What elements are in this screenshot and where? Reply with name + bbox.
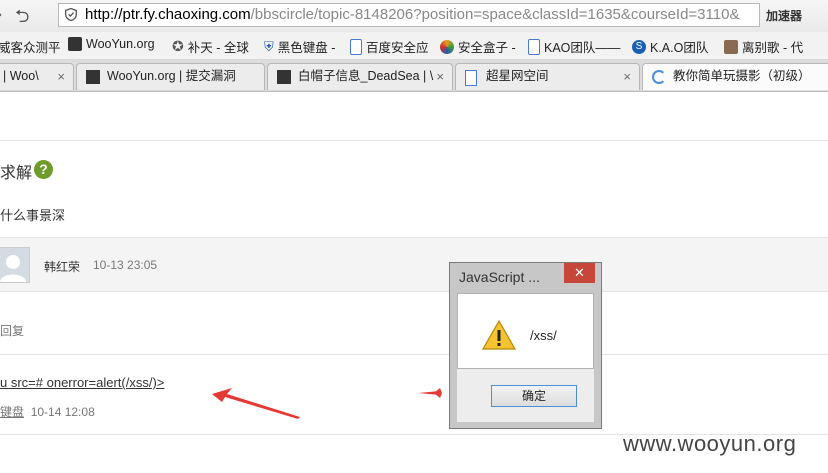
bookmark-label: 威客众测平	[0, 41, 61, 55]
bookmark-item[interactable]: S K.A.O团队	[632, 37, 708, 56]
bookmark-item[interactable]: ⛨ 黑色键盘 -	[264, 37, 335, 56]
topic-title: 求解	[0, 165, 33, 182]
wooyun-icon	[86, 70, 100, 84]
divider	[0, 140, 828, 141]
tab[interactable]: 白帽子信息_DeadSea | \ ×	[267, 63, 453, 90]
close-tab-icon[interactable]: ×	[57, 64, 65, 89]
divider	[0, 354, 828, 355]
bookmark-label: K.A.O团队	[650, 41, 709, 55]
shield-icon	[65, 8, 77, 21]
page-icon	[528, 38, 540, 55]
back-icon[interactable]: ⮌	[15, 4, 29, 34]
bookmark-label: 黑色键盘 -	[277, 41, 336, 55]
tab-active[interactable]: 教你简单玩摄影（初级）	[642, 63, 828, 90]
tab[interactable]: 超星网空间 ×	[455, 63, 640, 90]
tab-label: 超星网空间	[486, 69, 549, 83]
browser-toolbar: › ⮌ http://ptr.fy.chaoxing.com/bbscircle…	[0, 0, 828, 32]
reply-link[interactable]: 回复	[0, 322, 24, 339]
comment-meta: 键盘 10-14 12:08	[0, 403, 95, 420]
dialog-body: /xss/	[457, 293, 594, 369]
close-tab-icon[interactable]: ×	[623, 64, 631, 89]
bookmark-label: 补天 - 全球	[187, 41, 249, 55]
comment-username[interactable]: 键盘	[0, 405, 24, 419]
warning-icon	[482, 320, 516, 350]
wooyun-icon	[68, 37, 82, 51]
bookmark-item[interactable]: 百度安全应	[350, 37, 429, 56]
loading-icon	[652, 70, 666, 84]
tab[interactable]: WooYun.org | 提交漏洞	[76, 63, 265, 90]
user-silhouette-icon	[0, 255, 26, 282]
tab-label: | Woo\	[3, 69, 39, 83]
star-icon: ✪	[172, 38, 184, 54]
watermark: www.wooyun.org	[623, 431, 797, 456]
bookmark-label: 离别歌 - 代	[742, 41, 804, 55]
bookmark-item[interactable]: ✪ 补天 - 全球	[172, 37, 249, 56]
dialog-message: /xss/	[530, 328, 557, 343]
red-arrow-annotation	[418, 388, 442, 398]
bookmark-item[interactable]: 离别歌 - 代	[724, 37, 803, 56]
reply-username[interactable]: 韩红荣	[44, 258, 80, 275]
url-host: http://ptr.fy.chaoxing.com	[85, 6, 251, 23]
bookmark-label: KAO团队——	[544, 41, 621, 55]
colorful-icon	[440, 39, 454, 54]
comment-timestamp: 10-14 12:08	[30, 405, 95, 419]
topic-body: 什么事景深	[0, 208, 66, 223]
address-bar[interactable]: http://ptr.fy.chaoxing.com/bbscircle/top…	[58, 3, 760, 27]
page-content: 求解 ? 什么事景深 韩红荣 10-13 23:05 回复 u src=# on…	[0, 92, 828, 473]
tab-label: WooYun.org | 提交漏洞	[107, 69, 236, 83]
red-arrow-annotation	[212, 388, 300, 419]
avatar-icon	[724, 39, 738, 54]
tab-strip: | Woo\ × WooYun.org | 提交漏洞 白帽子信息_DeadSea…	[0, 60, 828, 92]
bookmark-item[interactable]: WooYun.org	[68, 37, 155, 51]
forward-icon[interactable]: ›	[0, 4, 2, 25]
javascript-alert-dialog: JavaScript ... ✕ /xss/ 确定	[449, 262, 602, 429]
url-text: http://ptr.fy.chaoxing.com/bbscircle/top…	[85, 4, 739, 26]
avatar[interactable]	[0, 247, 30, 283]
help-icon[interactable]: ?	[34, 160, 53, 179]
dialog-footer: 确定	[457, 369, 594, 422]
reply-header: 韩红荣 10-13 23:05	[0, 237, 828, 292]
page-icon	[465, 70, 477, 86]
dialog-title: JavaScript ...	[459, 269, 540, 285]
page-icon	[350, 38, 362, 55]
bookmark-item[interactable]: 安全盒子 -	[440, 37, 516, 56]
s-icon: S	[632, 39, 646, 54]
close-icon[interactable]: ✕	[564, 263, 595, 283]
shield-icon: ⛨	[264, 38, 274, 54]
bookmark-label: WooYun.org	[86, 37, 155, 51]
url-path: /bbscircle/topic-8148206?position=space&…	[250, 6, 740, 23]
tab-label: 白帽子信息_DeadSea | \	[298, 69, 434, 83]
tab-label: 教你简单玩摄影（初级）	[673, 69, 811, 83]
bookmark-label: 安全盒子 -	[458, 41, 516, 55]
tab[interactable]: | Woo\ ×	[0, 63, 74, 90]
ok-button[interactable]: 确定	[491, 385, 577, 407]
close-tab-icon[interactable]: ×	[436, 64, 444, 89]
accelerator-button[interactable]: 加速器	[766, 7, 802, 24]
reply-timestamp: 10-13 23:05	[93, 258, 158, 272]
xss-payload-text[interactable]: u src=# onerror=alert(/xss/)>	[0, 375, 164, 390]
bookmarks-bar: 威客众测平 WooYun.org ✪ 补天 - 全球 ⛨ 黑色键盘 - 百度安全应 …	[0, 32, 828, 60]
bookmark-item[interactable]: 威客众测平	[0, 37, 61, 56]
wooyun-icon	[277, 70, 291, 84]
bookmark-item[interactable]: KAO团队——	[528, 37, 620, 56]
bookmark-label: 百度安全应	[366, 41, 429, 55]
